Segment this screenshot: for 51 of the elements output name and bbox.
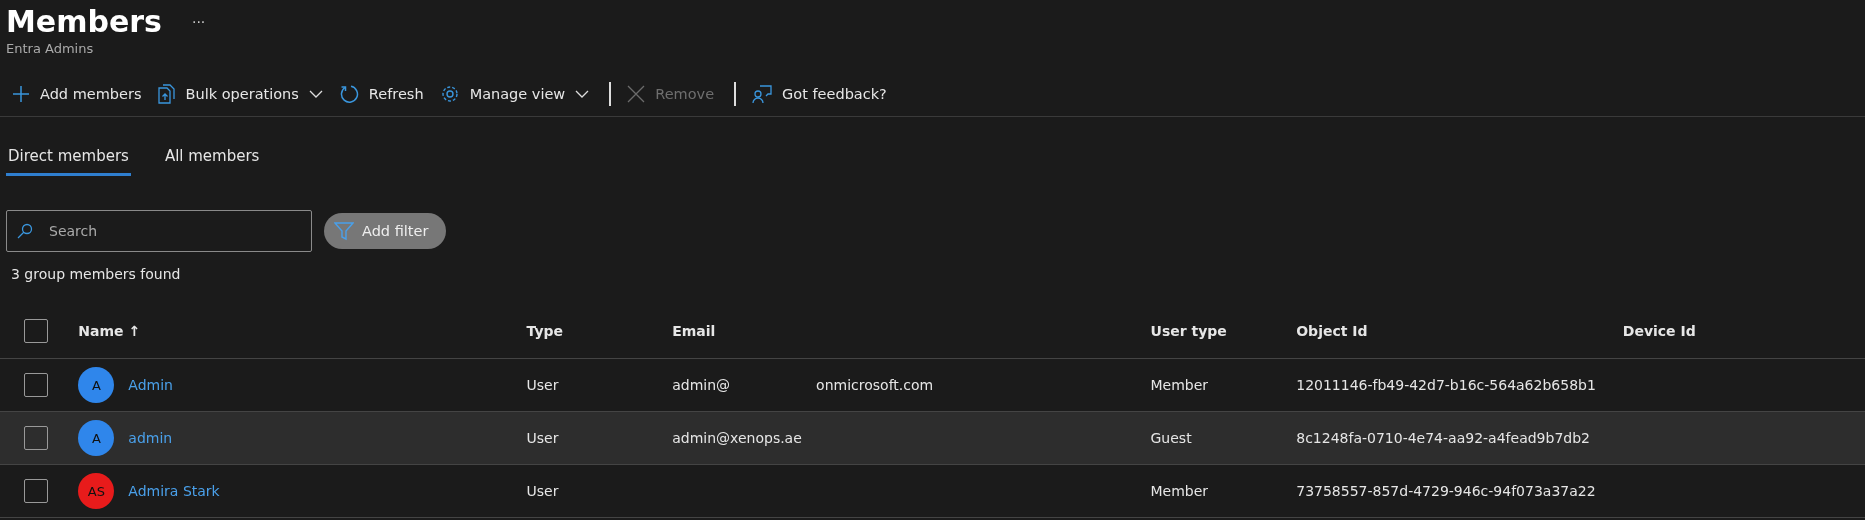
checkbox[interactable] xyxy=(24,319,48,343)
add-filter-button[interactable]: Add filter xyxy=(324,213,447,249)
table-cell: Guest xyxy=(1150,430,1192,446)
table-cell: admin@xenops.ae xyxy=(672,430,802,446)
table-cell: onmicrosoft.com xyxy=(816,377,934,393)
table-cell: Member xyxy=(1150,483,1209,499)
search-field[interactable]: Search xyxy=(6,210,312,252)
tab[interactable]: All members xyxy=(162,141,262,176)
page-subtitle: Entra Admins xyxy=(6,41,95,56)
table-cell: Member xyxy=(1150,377,1209,393)
table-cell: User xyxy=(526,430,559,446)
table-cell: admin@ xyxy=(672,377,731,393)
member-link[interactable]: admin xyxy=(128,430,173,446)
settings-icon xyxy=(439,84,460,104)
refresh-icon xyxy=(338,84,359,104)
checkbox[interactable] xyxy=(24,479,48,503)
avatar: A xyxy=(78,367,115,403)
member-link[interactable]: Admin xyxy=(128,377,173,393)
search-icon xyxy=(17,223,33,239)
checkbox[interactable] xyxy=(24,373,48,397)
column-header[interactable]: Device Id xyxy=(1622,323,1696,339)
avatar: A xyxy=(78,420,115,456)
result-count: 3 group members found xyxy=(11,266,182,282)
table-cell: 12011146-fb49-42d7-b16c-564a62b658b1 xyxy=(1296,377,1596,393)
member-link[interactable]: Admira Stark xyxy=(128,483,220,499)
toolbar-button[interactable]: Refresh xyxy=(332,76,434,112)
filter-icon xyxy=(334,221,354,241)
table-cell: User xyxy=(526,483,559,499)
feedback-icon xyxy=(752,84,773,104)
column-header[interactable]: Email xyxy=(672,323,716,339)
table-cell: User xyxy=(526,377,559,393)
chevron-down-icon xyxy=(575,90,590,98)
chevron-down-icon xyxy=(308,90,323,98)
documents-icon xyxy=(157,84,176,104)
column-header[interactable]: User type xyxy=(1150,323,1227,339)
close-icon xyxy=(627,85,646,103)
table-cell: 73758557-857d-4729-946c-94f073a37a22 xyxy=(1296,483,1596,499)
page-title: Members xyxy=(6,4,162,39)
toolbar-button[interactable]: Bulk operations xyxy=(151,76,333,112)
table-cell: 8c1248fa-0710-4e74-aa92-a4fead9b7db2 xyxy=(1296,430,1590,446)
column-header[interactable]: Type xyxy=(526,323,564,339)
toolbar-button[interactable]: Add members xyxy=(6,76,152,112)
toolbar-button[interactable]: Got feedback? xyxy=(746,76,897,112)
avatar: AS xyxy=(78,473,115,509)
column-header[interactable]: Name ↑ xyxy=(78,323,141,339)
checkbox[interactable] xyxy=(24,426,48,450)
plus-icon xyxy=(12,85,30,103)
more-options[interactable]: ··· xyxy=(191,13,206,30)
column-header[interactable]: Object Id xyxy=(1296,323,1368,339)
toolbar-button[interactable]: Manage view xyxy=(433,76,600,112)
tab[interactable]: Direct members xyxy=(6,141,131,176)
